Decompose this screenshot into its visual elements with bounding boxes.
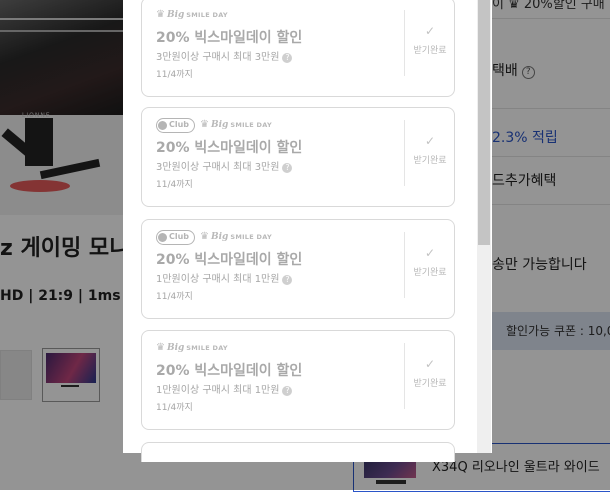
checkmark-icon: ✓ [424,357,436,371]
coupon-badges: ♛ Big SMILE DAY [156,341,228,355]
checkmark-icon: ✓ [424,246,436,260]
big-logo-text: Big [166,343,185,353]
coupon-condition: 1만원이상 구매시 최대 1만원? [156,381,293,396]
smile-club-badge: Club [156,117,196,133]
checkmark-icon: ✓ [424,134,436,148]
coupon-condition: 1만원이상 구매시 최대 1만원? [156,270,293,285]
smile-club-badge: Club [156,229,196,245]
club-dot-icon [158,232,167,242]
info-icon[interactable]: ? [282,53,293,63]
received-label: 받기완료 [413,268,447,278]
coupon-badges: Club ♛ Big SMILE DAY [156,229,272,245]
coupon-received-button[interactable]: ✓ 받기완료 [405,246,455,286]
received-label: 받기완료 [413,46,447,56]
big-smile-day-badge: ♛ Big SMILE DAY [200,231,272,243]
received-label: 받기완료 [413,156,447,166]
coupon-badges: Club ♛ Big SMILE DAY [156,117,272,133]
coupon-card-partial [141,442,455,462]
coupon-title: 20% 빅스마일데이 할인 [156,363,303,379]
crown-icon: ♛ [200,119,210,130]
info-icon[interactable]: ? [282,386,293,396]
smile-day-text: SMILE DAY [230,121,272,129]
info-icon[interactable]: ? [282,275,293,285]
big-smile-day-badge: ♛ Big SMILE DAY [156,9,228,21]
coupon-period: 11/4까지 [156,292,193,302]
coupon-card: Club ♛ Big SMILE DAY 20% 빅스마일데이 할인 3만원이상 구매시 … [141,107,455,207]
crown-icon: ♛ [200,231,210,242]
coupon-card: Club ♛ Big SMILE DAY 20% 빅스마일데이 할인 1만원이상 구매시 … [141,219,455,319]
coupon-title: 20% 빅스마일데이 할인 [156,30,303,46]
big-smile-day-badge: ♛ Big SMILE DAY [200,119,272,131]
smile-day-text: SMILE DAY [186,344,228,352]
big-logo-text: Big [211,120,229,130]
coupon-card: ♛ Big SMILE DAY 20% 빅스마일데이 할인 3만원이상 구매시 최대 3… [141,0,455,97]
scrollbar-thumb[interactable] [478,0,490,245]
smile-day-text: SMILE DAY [230,233,272,241]
coupon-condition: 3만원이상 구매시 최대 3만원? [156,48,293,63]
coupon-received-button[interactable]: ✓ 받기완료 [405,357,455,397]
smile-day-text: SMILE DAY [186,11,228,19]
coupon-period: 11/4까지 [156,180,193,190]
coupon-condition: 3만원이상 구매시 최대 3만원? [156,158,293,173]
coupon-received-button[interactable]: ✓ 받기완료 [405,134,455,174]
big-logo-text: Big [166,10,185,20]
coupon-card: ♛ Big SMILE DAY 20% 빅스마일데이 할인 1만원이상 구매시 최대 1… [141,330,455,430]
club-dot-icon [158,120,167,130]
coupon-title: 20% 빅스마일데이 할인 [156,252,303,268]
big-smile-day-badge: ♛ Big SMILE DAY [156,342,228,354]
crown-icon: ♛ [156,342,165,353]
coupon-badges: ♛ Big SMILE DAY [156,8,228,22]
coupon-period: 11/4까지 [156,403,193,413]
coupon-period: 11/4까지 [156,70,193,80]
coupon-title: 20% 빅스마일데이 할인 [156,140,303,156]
info-icon[interactable]: ? [282,163,293,173]
crown-icon: ♛ [156,9,165,20]
checkmark-icon: ✓ [424,24,436,38]
received-label: 받기완료 [413,379,447,389]
coupon-received-button[interactable]: ✓ 받기완료 [405,24,455,64]
big-logo-text: Big [211,232,229,242]
